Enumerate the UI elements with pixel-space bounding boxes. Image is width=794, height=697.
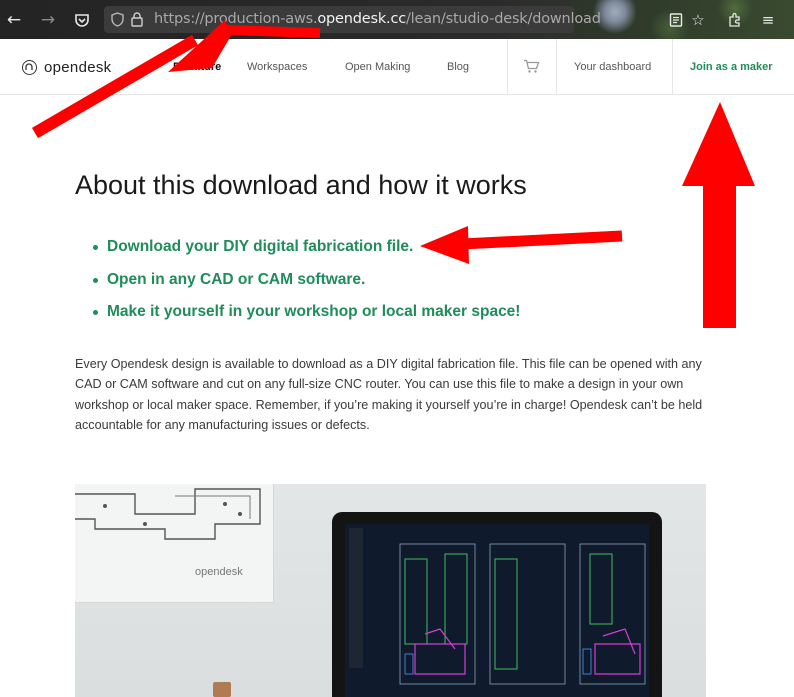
list-item: Download your DIY digital fabrication fi…	[75, 238, 715, 271]
browser-toolbar: ← → https://production-aws.opendesk.cc/l…	[0, 0, 794, 39]
nav-blog[interactable]: Blog	[447, 61, 469, 73]
extensions-icon[interactable]	[724, 10, 744, 30]
benefits-list: Download your DIY digital fabrication fi…	[75, 238, 715, 336]
nav-furniture[interactable]: Furniture	[173, 61, 221, 73]
your-dashboard-link[interactable]: Your dashboard	[574, 61, 651, 73]
list-item: Open in any CAD or CAM software.	[75, 271, 715, 304]
reader-view-icon[interactable]	[666, 10, 686, 30]
bullet-dot	[93, 277, 98, 283]
bullet-dot	[93, 245, 98, 250]
lock-icon[interactable]	[131, 12, 143, 27]
menu-icon[interactable]: ≡	[758, 10, 778, 30]
address-bar[interactable]: https://production-aws.opendesk.cc/lean/…	[104, 6, 601, 33]
site-header: opendesk Furniture Workspaces Open Makin…	[0, 39, 794, 95]
header-divider	[556, 39, 557, 94]
cad-screen	[345, 524, 649, 697]
download-description: Every Opendesk design is available to do…	[75, 357, 703, 433]
cart-icon[interactable]	[523, 59, 540, 74]
list-item: Make it yourself in your workshop or loc…	[75, 303, 715, 336]
header-divider	[507, 39, 508, 94]
back-arrow-icon[interactable]: ←	[4, 10, 24, 30]
cad-drawing	[399, 543, 646, 685]
logo-text: opendesk	[44, 59, 112, 76]
cutting-sheet-drawing	[75, 488, 261, 540]
nav-workspaces[interactable]: Workspaces	[247, 61, 307, 73]
opendesk-logo-icon	[22, 60, 37, 75]
wooden-object	[213, 682, 231, 697]
studio-photo: opendesk	[75, 484, 706, 697]
url-text[interactable]: https://production-aws.opendesk.cc/lean/…	[154, 11, 601, 27]
page-title: About this download and how it works	[75, 170, 527, 200]
shield-icon[interactable]	[111, 12, 124, 27]
bullet-dot	[93, 310, 98, 315]
forward-arrow-icon[interactable]: →	[38, 10, 58, 30]
bookmark-star-icon[interactable]: ☆	[688, 10, 708, 30]
poster-brand-text: opendesk	[195, 566, 243, 578]
join-as-maker-link[interactable]: Join as a maker	[690, 61, 773, 73]
cutting-sheet-poster: opendesk	[75, 484, 274, 603]
pocket-icon[interactable]	[72, 10, 92, 30]
nav-open-making[interactable]: Open Making	[345, 61, 410, 73]
opendesk-logo[interactable]: opendesk	[22, 59, 111, 76]
header-divider	[672, 39, 673, 94]
laptop	[332, 512, 662, 697]
